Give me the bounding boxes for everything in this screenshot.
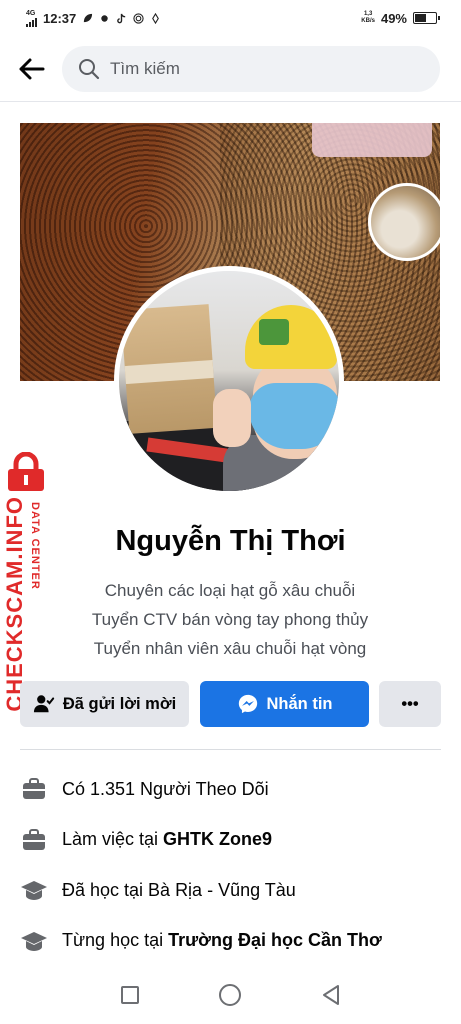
cover-tray: [312, 123, 432, 157]
briefcase-icon: [20, 826, 48, 854]
detail-followers[interactable]: Có 1.351 Người Theo Dõi: [20, 764, 441, 815]
avatar-hand: [213, 389, 251, 447]
circle-icon: [219, 984, 242, 1006]
system-nav-bar: [0, 966, 461, 1024]
triangle-back-icon: [322, 985, 339, 1005]
message-label: Nhắn tin: [266, 694, 333, 713]
detail-work[interactable]: Làm việc tại GHTK Zone9: [20, 815, 441, 866]
square-icon: [121, 986, 140, 1004]
dot-icon: [101, 14, 108, 22]
divider: [20, 749, 441, 750]
network-type: 4G: [26, 9, 36, 17]
profile-details: Có 1.351 Người Theo Dõi Làm việc tại GHT…: [20, 764, 441, 966]
cover-inset-photo: [368, 183, 440, 261]
avatar-mask: [249, 383, 339, 449]
lock-icon: [8, 452, 44, 491]
detail-prefix: Từng học tại: [62, 930, 169, 951]
network-speed: 1,3 KB/s: [361, 11, 375, 25]
diamond-icon: [152, 12, 160, 24]
graduation-cap-icon: [20, 876, 48, 904]
profile-avatar[interactable]: [114, 266, 344, 496]
signal-icon: [26, 17, 37, 27]
battery-fill: [415, 14, 426, 22]
detail-education-2[interactable]: Từng học tại Trường Đại học Cần Thơ: [20, 916, 441, 967]
detail-text: Từng học tại Trường Đại học Cần Thơ: [62, 930, 382, 951]
briefcase-icon: [20, 775, 48, 803]
more-options-button[interactable]: •••: [379, 681, 441, 727]
detail-prefix: Làm việc tại: [62, 829, 164, 850]
bio-line: Chuyên các loại hạt gỗ xâu chuỗi: [104, 581, 356, 600]
status-left: 4G 12:37: [26, 10, 161, 27]
status-right: 1,3 KB/s 49%: [361, 10, 440, 26]
profile-screen: 4G 12:37 1,3 KB/s 49% Tìm kiếm CHECKSCAM…: [0, 0, 461, 1024]
speed-value: 1,3: [363, 11, 373, 17]
detail-prefix: Đã học tại Bà Rịa - Vũng Tàu: [62, 879, 296, 900]
speed-unit: KB/s: [361, 18, 375, 24]
detail-bold: GHTK Zone9: [163, 829, 273, 850]
leaf-icon: [84, 13, 93, 22]
friend-request-sent-button[interactable]: Đã gửi lời mời: [20, 681, 189, 727]
clock: 12:37: [43, 10, 77, 26]
bio-line: Tuyển CTV bán vòng tay phong thủy: [91, 610, 369, 629]
arrow-left-icon: [19, 58, 45, 80]
status-bar: 4G 12:37 1,3 KB/s 49%: [0, 0, 461, 36]
profile-name: Nguyễn Thị Thơi: [115, 525, 346, 557]
home-button[interactable]: [210, 975, 250, 1015]
message-button[interactable]: Nhắn tin: [200, 681, 369, 727]
search-input[interactable]: Tìm kiếm: [62, 46, 440, 92]
tiktok-icon: [117, 13, 126, 23]
graduation-cap-icon: [20, 927, 48, 955]
detail-text: Đã học tại Bà Rịa - Vũng Tàu: [62, 880, 296, 901]
user-check-icon: [33, 695, 55, 713]
signal-indicator: 4G: [26, 10, 37, 27]
recents-button[interactable]: [110, 975, 150, 1015]
detail-text: Có 1.351 Người Theo Dõi: [62, 779, 269, 800]
battery-icon: [413, 12, 440, 24]
detail-prefix: Có 1.351 Người Theo Dõi: [62, 778, 269, 799]
avatar-parcel: [120, 304, 218, 434]
bio-line: Tuyển nhân viên xâu chuỗi hạt vòng: [93, 639, 367, 658]
detail-education-1[interactable]: Đã học tại Bà Rịa - Vũng Tàu: [20, 865, 441, 916]
back-button[interactable]: [12, 50, 50, 88]
search-placeholder: Tìm kiếm: [110, 59, 180, 78]
more-options-label: •••: [401, 694, 419, 713]
top-bar: Tìm kiếm: [0, 36, 461, 102]
search-icon: [79, 59, 100, 80]
detail-text: Làm việc tại GHTK Zone9: [62, 829, 272, 850]
spiral-icon: [133, 12, 144, 24]
friend-request-label: Đã gửi lời mời: [62, 694, 177, 713]
system-back-button[interactable]: [311, 975, 351, 1015]
profile-bio: Chuyên các loại hạt gỗ xâu chuỗi Tuyển C…: [40, 576, 420, 663]
messenger-icon: [238, 694, 257, 714]
battery-percent: 49%: [380, 10, 407, 26]
detail-bold: Trường Đại học Cần Thơ: [168, 930, 382, 951]
